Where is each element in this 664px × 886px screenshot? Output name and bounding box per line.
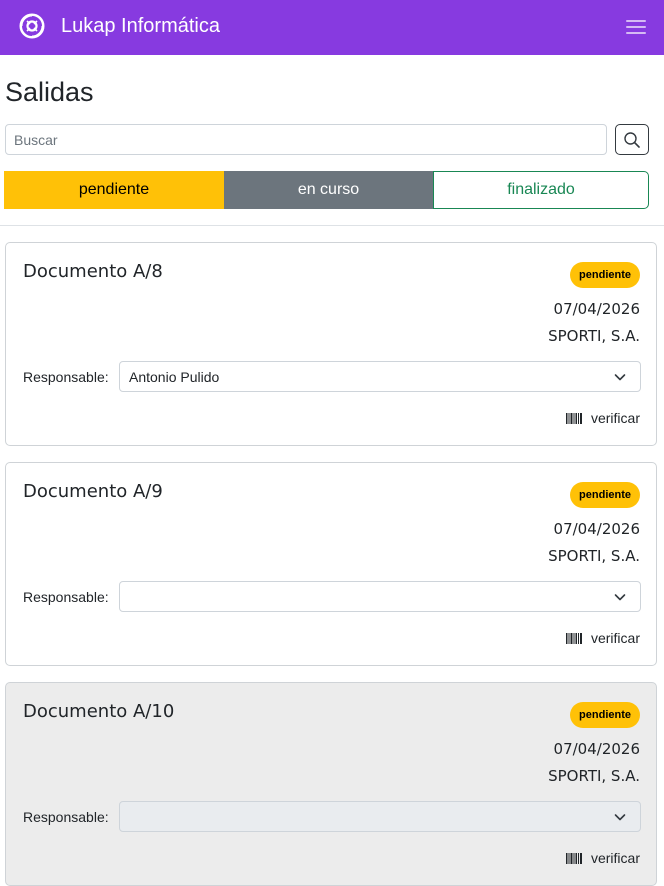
- document-date: 07/04/2026: [553, 300, 640, 318]
- chevron-down-icon: [614, 814, 626, 821]
- chevron-down-icon: [614, 594, 626, 601]
- responsable-select[interactable]: [119, 581, 641, 612]
- search-icon: [624, 131, 640, 148]
- tab-pendiente[interactable]: pendiente: [4, 171, 224, 209]
- document-date: 07/04/2026: [553, 520, 640, 538]
- verify-label: verificar: [590, 850, 640, 866]
- search-button[interactable]: [615, 124, 649, 155]
- document-client: SPORTI, S.A.: [548, 547, 640, 565]
- status-badge: pendiente: [570, 482, 640, 508]
- responsable-label: Responsable:: [23, 369, 109, 385]
- verify-button[interactable]: verificar: [565, 850, 640, 866]
- document-title: Documento A/10: [23, 701, 175, 722]
- document-client: SPORTI, S.A.: [548, 327, 640, 345]
- document-date: 07/04/2026: [553, 740, 640, 758]
- hamburger-menu-button[interactable]: [620, 14, 652, 40]
- tab-en-curso[interactable]: en curso: [224, 171, 433, 209]
- tab-finalizado[interactable]: finalizado: [433, 171, 649, 209]
- document-card: Documento A/8 pendiente 07/04/2026 SPORT…: [5, 242, 657, 446]
- status-filter-tabs: pendiente en curso finalizado: [4, 171, 649, 209]
- responsable-select[interactable]: [119, 801, 641, 832]
- document-card: Documento A/10 pendiente 07/04/2026 SPOR…: [5, 682, 657, 886]
- brand-title[interactable]: Lukap Informática: [61, 13, 220, 39]
- barcode-icon: [565, 632, 582, 644]
- document-client: SPORTI, S.A.: [548, 767, 640, 785]
- divider: [0, 225, 664, 226]
- chevron-down-icon: [614, 374, 626, 381]
- barcode-icon: [565, 412, 582, 424]
- verify-button[interactable]: verificar: [565, 410, 640, 426]
- responsable-select[interactable]: Antonio Pulido: [119, 361, 641, 392]
- status-badge: pendiente: [570, 262, 640, 288]
- search-input[interactable]: [5, 124, 607, 155]
- verify-button[interactable]: verificar: [565, 630, 640, 646]
- responsable-value: Antonio Pulido: [129, 368, 220, 385]
- document-title: Documento A/8: [23, 261, 163, 282]
- document-title: Documento A/9: [23, 481, 163, 502]
- verify-label: verificar: [590, 630, 640, 646]
- document-card: Documento A/9 pendiente 07/04/2026 SPORT…: [5, 462, 657, 666]
- lukap-logo-icon[interactable]: [19, 13, 45, 39]
- status-badge: pendiente: [570, 702, 640, 728]
- top-navbar: Lukap Informática: [0, 0, 664, 55]
- hamburger-menu-icon: [626, 20, 646, 22]
- responsable-label: Responsable:: [23, 589, 109, 605]
- verify-label: verificar: [590, 410, 640, 426]
- responsable-label: Responsable:: [23, 809, 109, 825]
- page-title: Salidas: [5, 77, 94, 107]
